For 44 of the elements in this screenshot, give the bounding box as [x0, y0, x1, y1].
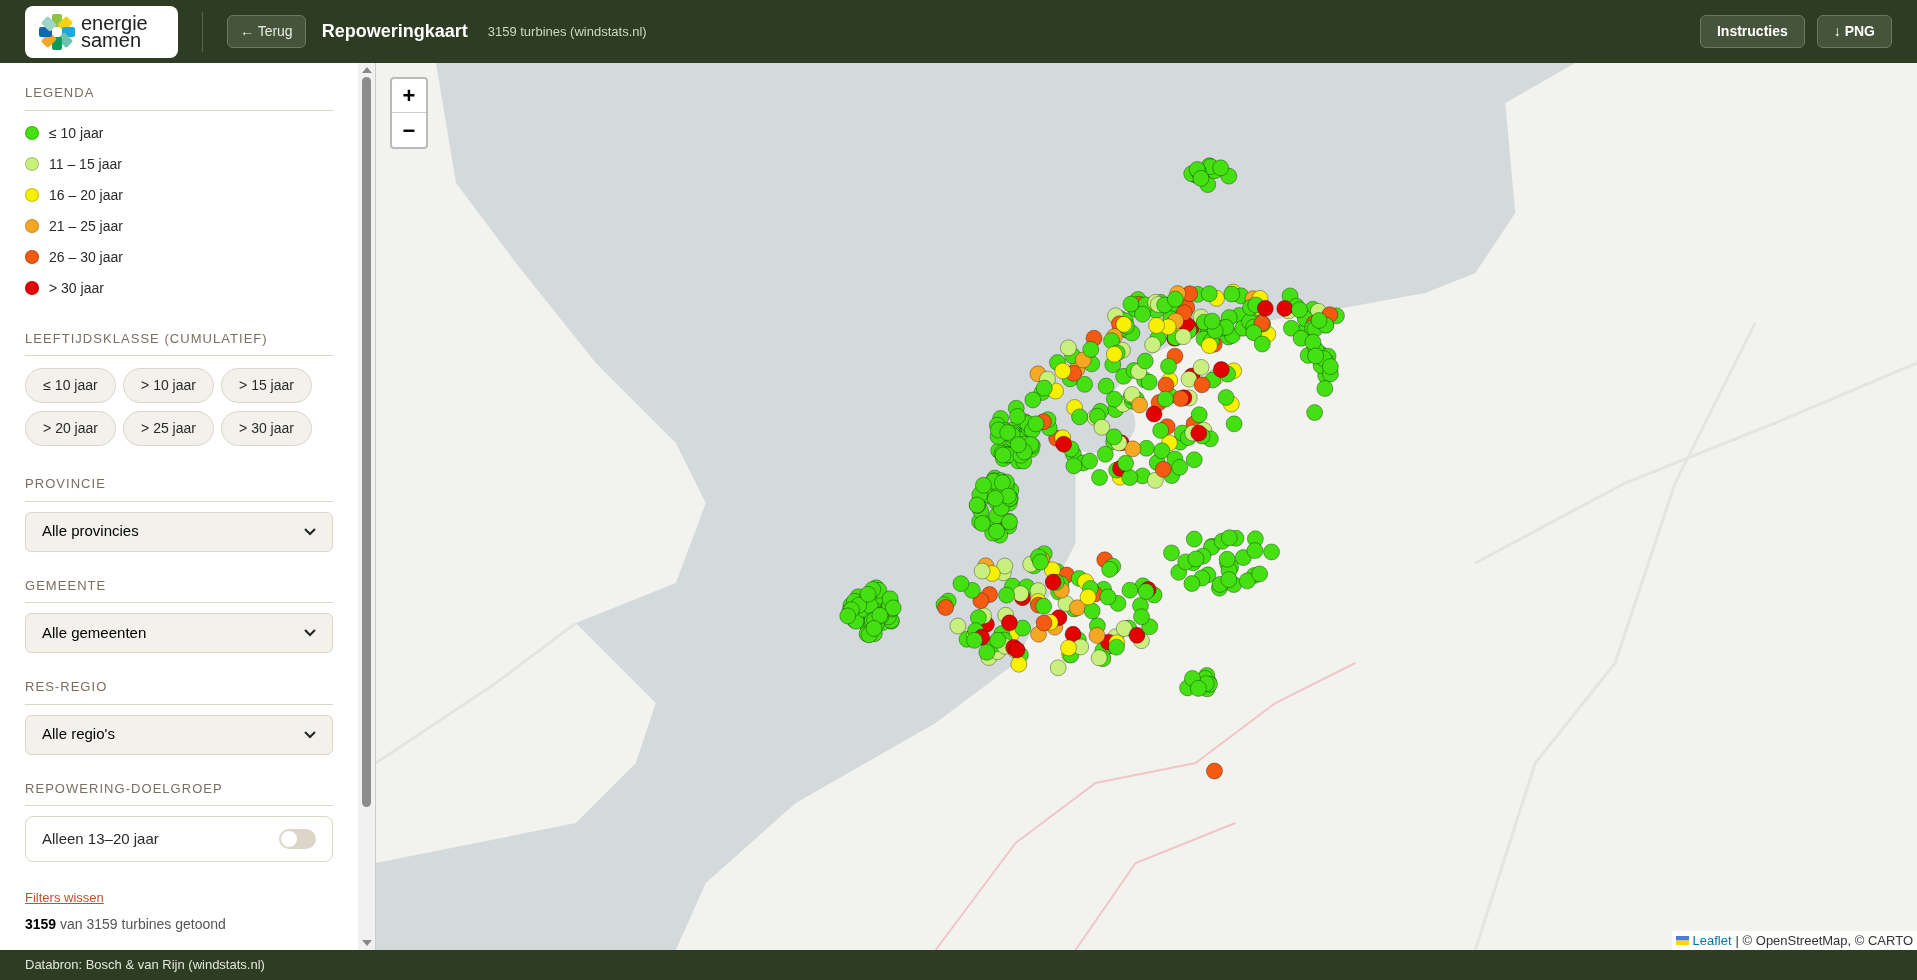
toggle-switch[interactable] — [279, 829, 316, 849]
dropdown[interactable]: Alle regio's — [25, 714, 333, 755]
section-heading: REPOWERING-DOELGROEP — [25, 778, 333, 806]
age-chip[interactable]: ≤ 10 jaar — [25, 368, 116, 403]
scroll-up-icon[interactable] — [361, 67, 372, 73]
back-button[interactable]: ← Terug — [227, 15, 306, 48]
age-chip[interactable]: > 25 jaar — [123, 411, 214, 446]
section-heading: LEGENDA — [25, 83, 333, 111]
flag-icon — [1675, 935, 1689, 945]
age-chip[interactable]: > 30 jaar — [221, 411, 312, 446]
chevron-down-icon — [304, 527, 316, 536]
section-heading: LEEFTIJDSKLASSE (CUMULATIEF) — [25, 328, 333, 356]
instructions-button[interactable]: Instructies — [1699, 15, 1805, 48]
legend-label: 26 – 30 jaar — [49, 247, 123, 267]
legend-label: 16 – 20 jaar — [49, 185, 123, 205]
download-button[interactable]: ↓ PNG — [1816, 15, 1892, 48]
logo-flower-icon — [37, 11, 77, 52]
section-heading: PROVINCIE — [25, 474, 333, 502]
legend-label: 21 – 25 jaar — [49, 216, 123, 236]
chevron-down-icon — [304, 730, 316, 739]
chevron-down-icon — [304, 629, 316, 637]
toggle-label: Alleen 13–20 jaar — [42, 828, 159, 849]
legend-label: 11 – 15 jaar — [49, 154, 122, 174]
age-chip[interactable]: > 10 jaar — [123, 368, 214, 403]
scroll-down-icon[interactable] — [361, 940, 372, 946]
page-title: Repoweringkaart — [321, 20, 468, 43]
attribution-text: | © OpenStreetMap, © CARTO — [1735, 931, 1913, 950]
legend-label: ≤ 10 jaar — [49, 123, 104, 143]
scrollbar[interactable] — [358, 63, 375, 950]
zoom-out-button[interactable]: − — [392, 113, 426, 147]
turbine-count: 3159 turbines (windstats.nl) — [487, 22, 647, 41]
zoom-in-button[interactable]: + — [392, 79, 426, 113]
logo-text: energie — [81, 14, 148, 32]
shown-count-text: 3159 van 3159 turbines getoond — [25, 914, 227, 934]
section-heading: RES-REGIO — [25, 677, 333, 705]
leaflet-link[interactable]: Leaflet — [1692, 930, 1732, 950]
age-chip[interactable]: > 15 jaar — [221, 368, 312, 403]
clear-filters-link[interactable]: Filters wissen — [25, 888, 104, 908]
data-source-text: Databron: Bosch & van Rijn (windstats.nl) — [25, 956, 265, 975]
legend-label: > 30 jaar — [49, 278, 104, 298]
dropdown[interactable]: Alle provincies — [25, 511, 333, 552]
section-heading: GEMEENTE — [25, 575, 333, 603]
dropdown[interactable]: Alle gemeenten — [25, 613, 333, 653]
age-chip[interactable]: > 20 jaar — [25, 411, 116, 446]
